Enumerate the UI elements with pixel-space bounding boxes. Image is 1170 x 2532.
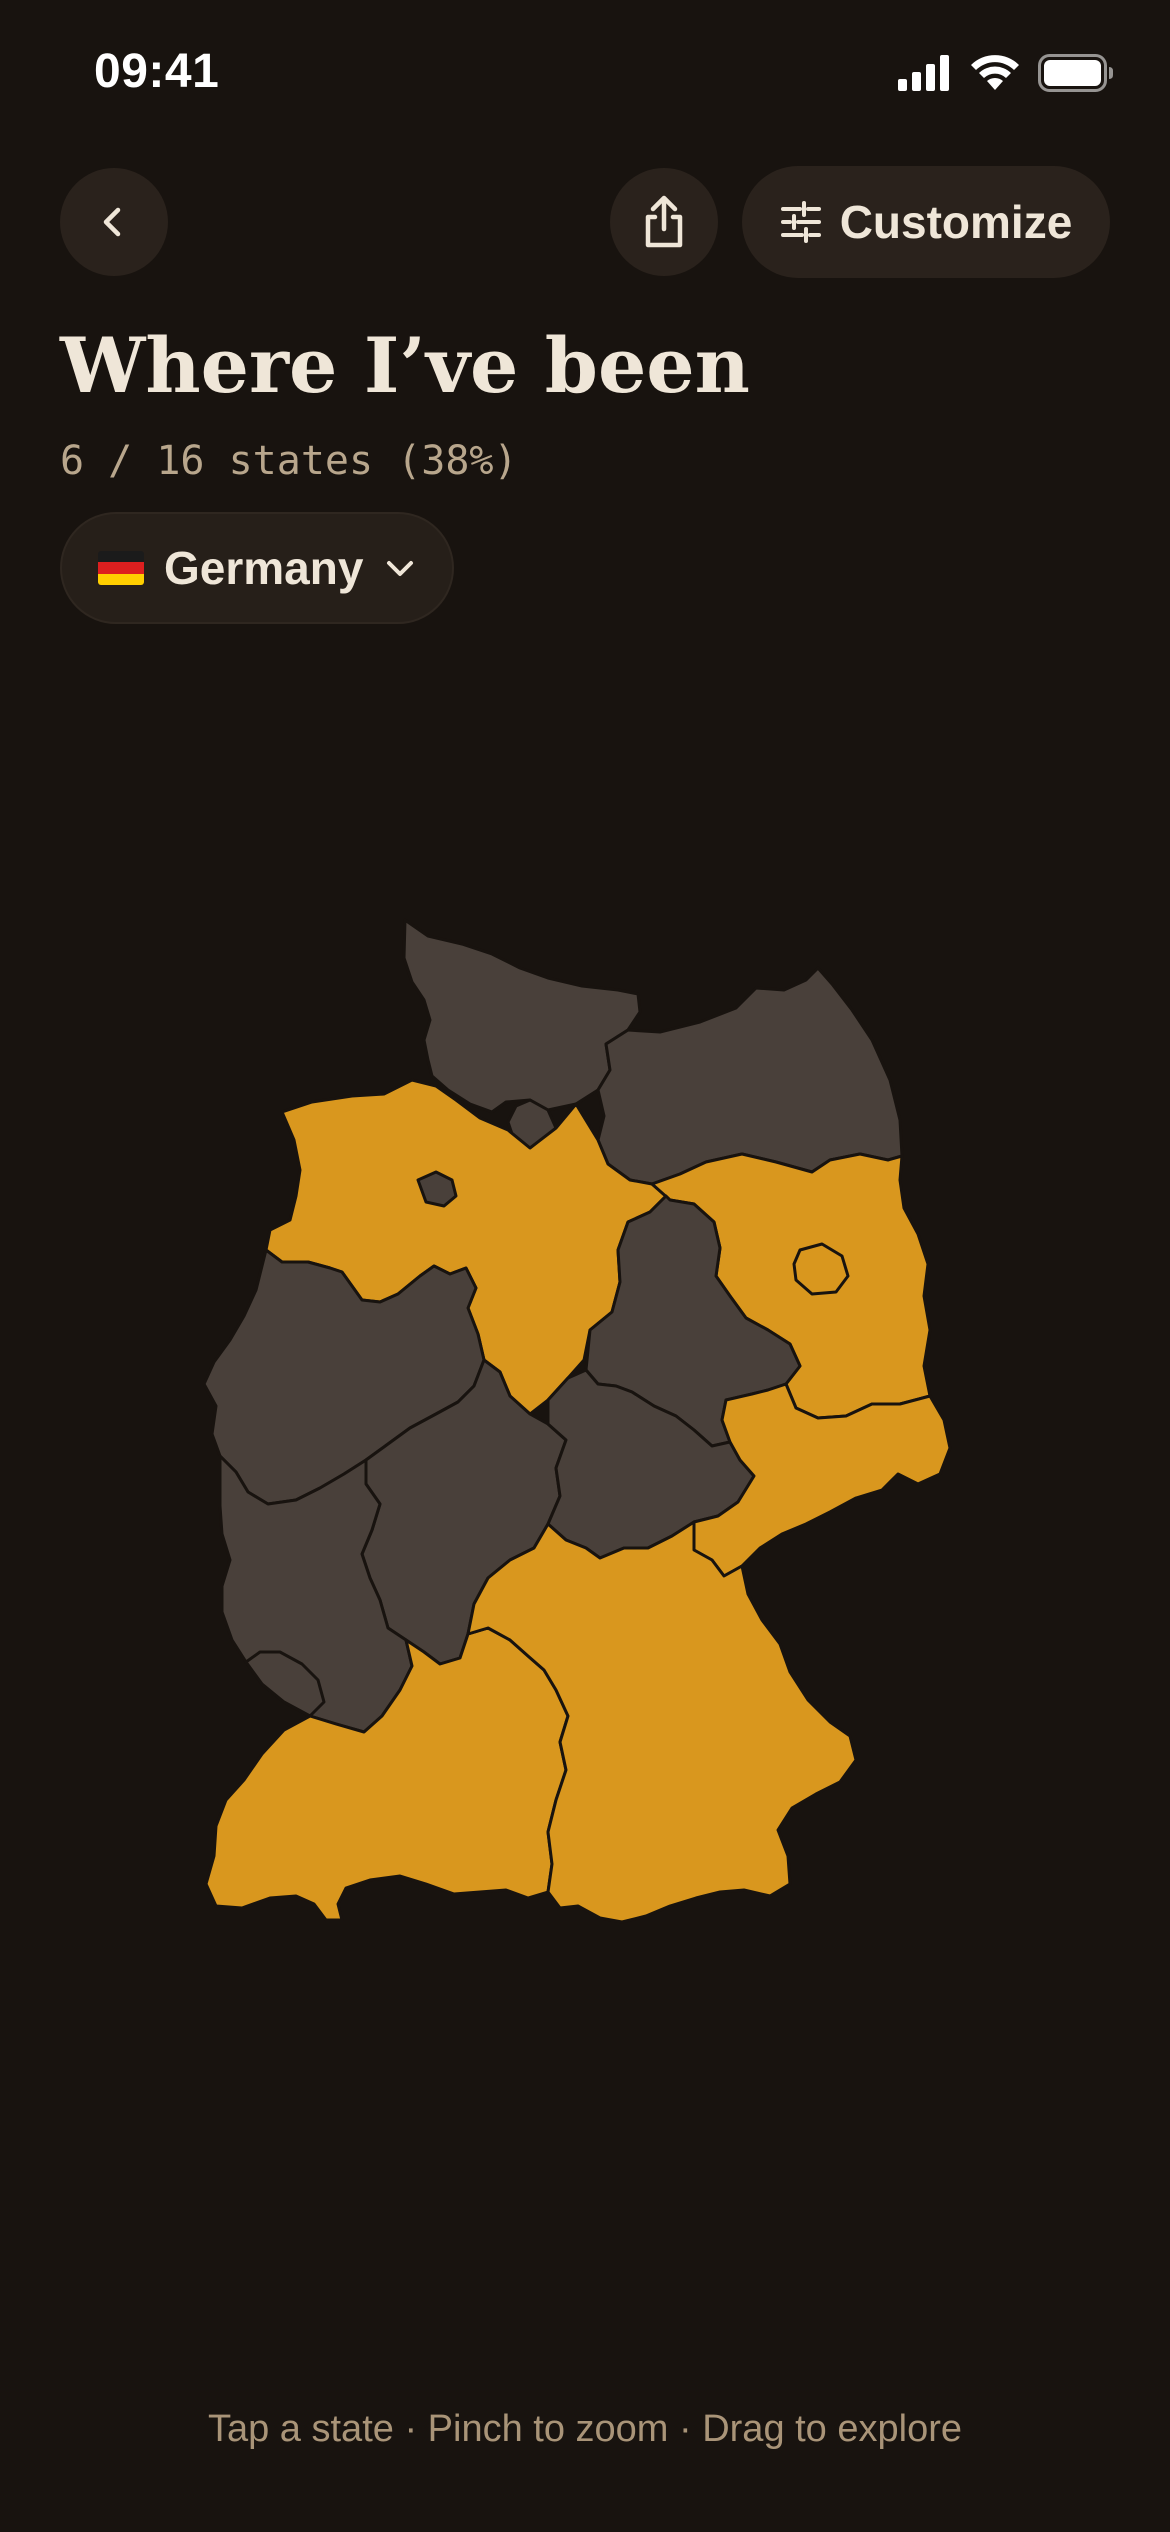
- customize-label: Customize: [839, 196, 1073, 248]
- wifi-icon: [971, 55, 1019, 90]
- battery-icon: [1038, 54, 1113, 92]
- chevron-down-icon: [387, 561, 414, 576]
- map-hint-text: Tap a state · Pinch to zoom · Drag to ex…: [207, 2408, 963, 2450]
- status-bar: 09:41: [0, 0, 1170, 150]
- customize-button[interactable]: Customize: [742, 166, 1110, 278]
- share-icon: [645, 195, 683, 248]
- status-time: 09:41: [94, 45, 220, 98]
- chevron-left-icon: [103, 207, 121, 237]
- state-mecklenburg-vorpommern[interactable]: [596, 966, 904, 1186]
- sliders-icon: [780, 201, 821, 243]
- page-title: Where I’ve been: [60, 321, 750, 410]
- cellular-signal-icon: [898, 55, 949, 91]
- status-icons: [898, 54, 1114, 92]
- country-select-label: Germany: [164, 542, 364, 594]
- back-button[interactable]: [60, 168, 168, 276]
- share-button[interactable]: [610, 168, 718, 276]
- country-select[interactable]: Germany: [60, 512, 454, 624]
- visited-progress-text: 6 / 16 states (38%): [60, 438, 518, 484]
- germany-map[interactable]: [0, 880, 1170, 1980]
- germany-flag-icon: [98, 551, 144, 585]
